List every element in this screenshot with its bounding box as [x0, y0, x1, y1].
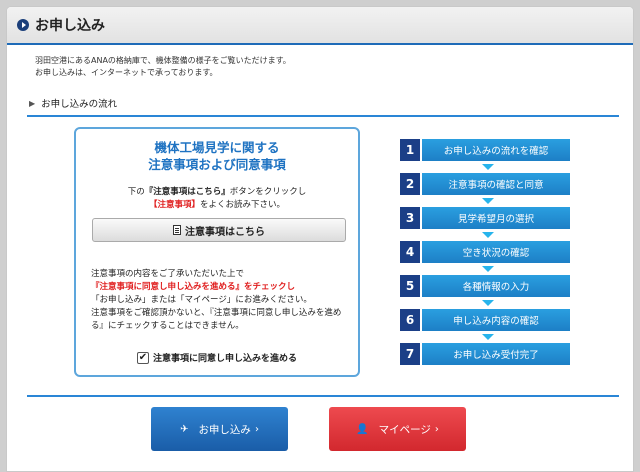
flow-step: 1 お申し込みの流れを確認 — [400, 139, 570, 170]
airplane-icon: ✈ — [180, 423, 189, 435]
flow-step: 2 注意事項の確認と同意 — [400, 173, 570, 204]
user-icon: 👤 — [356, 423, 369, 435]
down-arrow-icon — [482, 164, 494, 170]
section-divider — [27, 395, 619, 397]
step-label: 見学希望月の選択 — [422, 207, 570, 229]
down-arrow-icon — [482, 198, 494, 204]
step-label: 空き状況の確認 — [422, 241, 570, 263]
title-bullet-icon — [17, 19, 29, 31]
panel-title: 機体工場見学に関する 注意事項および同意事項 — [76, 139, 358, 173]
step-label: 各種情報の入力 — [422, 275, 570, 297]
down-arrow-icon — [482, 266, 494, 272]
step-number: 3 — [400, 207, 420, 229]
view-notice-label: 注意事項はこちら — [185, 226, 265, 238]
consent-panel: 機体工場見学に関する 注意事項および同意事項 下の『注意事項はこちら』ボタンをク… — [74, 127, 360, 377]
down-arrow-icon — [482, 334, 494, 340]
flow-step: 4 空き状況の確認 — [400, 241, 570, 272]
view-notice-button[interactable]: 注意事項はこちら — [92, 218, 346, 242]
instruction-button-name: 『注意事項はこちら』 — [144, 187, 230, 197]
chevron-right-icon: › — [434, 423, 439, 435]
flow-section-header: ▶ お申し込みの流れ — [27, 91, 619, 117]
down-arrow-icon — [482, 232, 494, 238]
step-number: 6 — [400, 309, 420, 331]
flow-step: 7 お申し込み受付完了 — [400, 343, 570, 365]
step-number: 7 — [400, 343, 420, 365]
mypage-label: マイページ — [378, 423, 431, 436]
instruction-prefix: 下の — [127, 187, 145, 197]
panel-title-line-2: 注意事項および同意事項 — [148, 157, 286, 172]
instruction-suffix: ボタンをクリックし — [229, 187, 307, 197]
intro-text: 羽田空港にあるANAの格納庫で、機体整備の様子をご覧いただけます。 お申し込みは… — [35, 55, 291, 79]
intro-line-2: お申し込みは、インターネットで承っております。 — [35, 68, 218, 77]
flow-step: 3 見学希望月の選択 — [400, 207, 570, 238]
step-label: お申し込み受付完了 — [422, 343, 570, 365]
document-icon — [173, 225, 181, 235]
step-label: 申し込み内容の確認 — [422, 309, 570, 331]
step-number: 1 — [400, 139, 420, 161]
main-window: お申し込み 羽田空港にあるANAの格納庫で、機体整備の様子をご覧いただけます。 … — [6, 6, 634, 472]
step-number: 2 — [400, 173, 420, 195]
consent-line-1: 注意事項の内容をご了承いただいた上で — [91, 269, 245, 279]
instruction-text: 下の『注意事項はこちら』ボタンをクリックし 【注意事項】をよくお読み下さい。 — [76, 186, 358, 212]
page-title: お申し込み — [35, 18, 105, 34]
agree-checkbox-row[interactable]: ✔ 注意事項に同意し申し込みを進める — [76, 351, 358, 364]
flow-step: 5 各種情報の入力 — [400, 275, 570, 306]
intro-line-1: 羽田空港にあるANAの格納庫で、機体整備の様子をご覧いただけます。 — [35, 56, 291, 65]
step-label: 注意事項の確認と同意 — [422, 173, 570, 195]
consent-explanation: 注意事項の内容をご了承いただいた上で 『注意事項に同意し申し込みを進める』をチェ… — [91, 268, 351, 333]
section-title: お申し込みの流れ — [41, 99, 118, 110]
apply-label: お申し込み — [198, 423, 251, 436]
agree-label: 注意事項に同意し申し込みを進める — [152, 354, 297, 364]
agree-checkbox[interactable]: ✔ — [136, 351, 149, 364]
caret-right-icon: ▶ — [29, 98, 36, 108]
apply-button[interactable]: ✈ お申し込み › — [151, 407, 288, 451]
step-number: 5 — [400, 275, 420, 297]
panel-title-line-1: 機体工場見学に関する — [154, 140, 280, 155]
consent-line-3: 「お申し込み」または「マイページ」にお進みください。 — [91, 295, 312, 305]
consent-line-2: 『注意事項に同意し申し込みを進める』をチェックし — [91, 282, 296, 292]
down-arrow-icon — [482, 300, 494, 306]
flow-step: 6 申し込み内容の確認 — [400, 309, 570, 340]
mypage-button[interactable]: 👤 マイページ › — [329, 407, 466, 451]
step-number: 4 — [400, 241, 420, 263]
flow-steps: 1 お申し込みの流れを確認 2 注意事項の確認と同意 3 見学希望月の選択 4 … — [400, 139, 570, 377]
chevron-right-icon: › — [254, 423, 259, 435]
page-header: お申し込み — [7, 7, 633, 45]
step-label: お申し込みの流れを確認 — [422, 139, 570, 161]
instruction-read-text: をよくお読み下さい。 — [200, 200, 286, 210]
instruction-notice-highlight: 【注意事項】 — [148, 200, 200, 210]
consent-line-4: 注意事項をご確認頂かないと、『注意事項に同意し申し込みを進める』にチェックするこ… — [91, 308, 342, 331]
